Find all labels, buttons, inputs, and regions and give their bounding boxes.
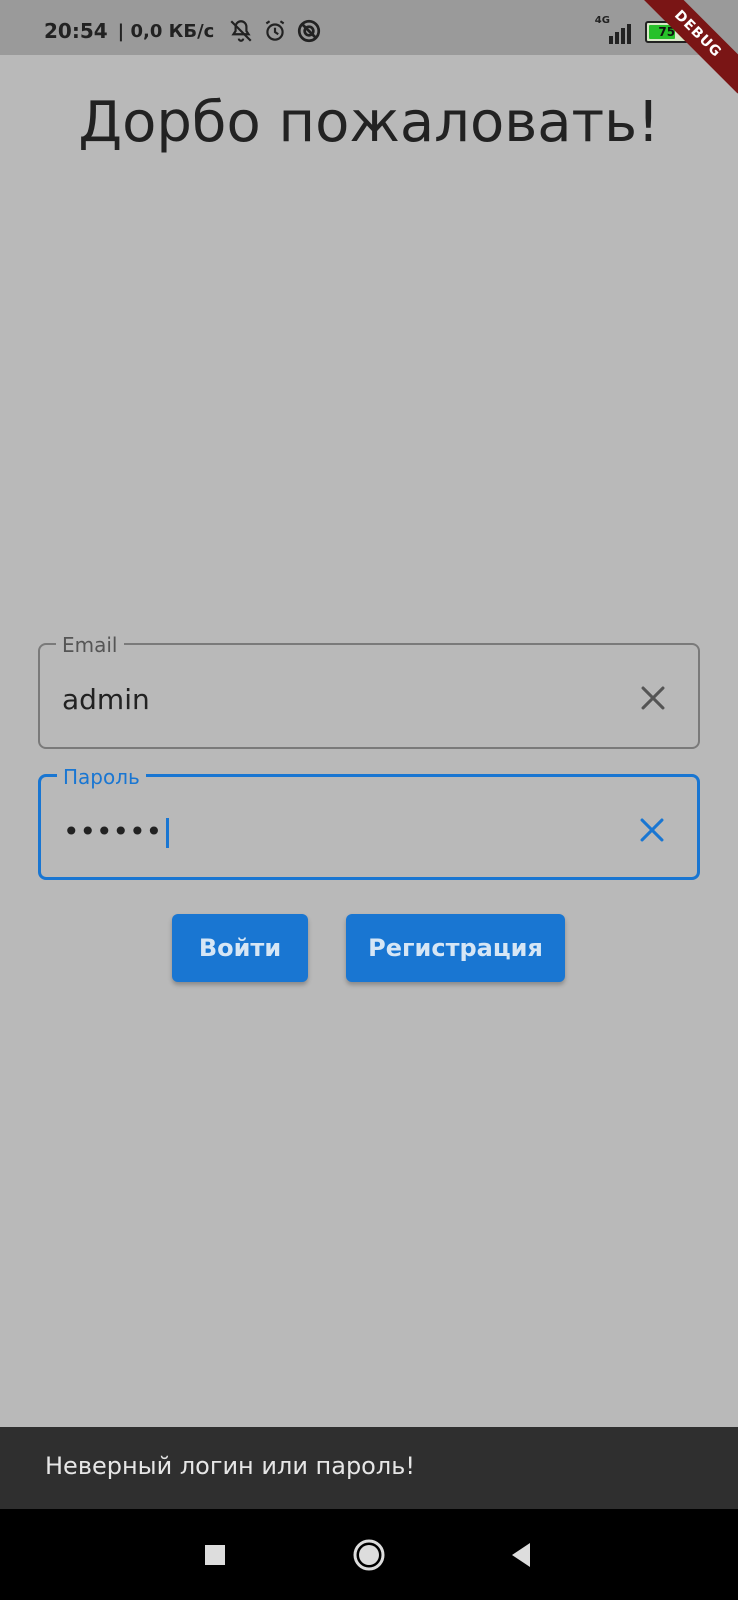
register-button[interactable]: Регистрация xyxy=(346,914,565,982)
text-cursor xyxy=(166,818,170,848)
network-speed: | 0,0 КБ/с xyxy=(117,20,215,42)
home-icon[interactable] xyxy=(345,1531,393,1579)
snackbar: Неверный логин или пароль! xyxy=(0,1427,738,1509)
email-label: Email xyxy=(56,633,124,657)
recents-icon[interactable] xyxy=(191,1531,239,1579)
debug-banner: DEBUG xyxy=(638,0,738,94)
password-label: Пароль xyxy=(57,765,146,789)
network-type: 4G xyxy=(594,15,610,26)
snackbar-message: Неверный логин или пароль! xyxy=(45,1452,415,1480)
back-icon[interactable] xyxy=(496,1531,544,1579)
status-bar: 20:54 | 0,0 КБ/с 4G 75 DEBUG xyxy=(0,0,738,94)
status-left: 20:54 | 0,0 КБ/с xyxy=(44,18,322,44)
password-value: •••••• xyxy=(63,815,163,848)
email-field[interactable]: Email admin xyxy=(38,633,700,749)
navigation-bar xyxy=(0,1509,738,1600)
close-icon[interactable] xyxy=(635,813,669,847)
password-value-wrap[interactable]: •••••• xyxy=(63,815,170,848)
signal-wrap: 4G xyxy=(594,15,637,46)
notifications-off-icon xyxy=(230,20,252,42)
data-saver-icon xyxy=(298,19,321,43)
password-field[interactable]: Пароль •••••• xyxy=(38,765,700,880)
login-button[interactable]: Войти xyxy=(172,914,308,982)
status-time: 20:54 xyxy=(44,19,108,43)
close-icon[interactable] xyxy=(636,681,670,715)
email-value[interactable]: admin xyxy=(62,683,150,716)
page-title: Дорбо пожаловать! xyxy=(78,90,660,155)
status-icons xyxy=(228,18,322,44)
alarm-icon xyxy=(266,20,285,41)
